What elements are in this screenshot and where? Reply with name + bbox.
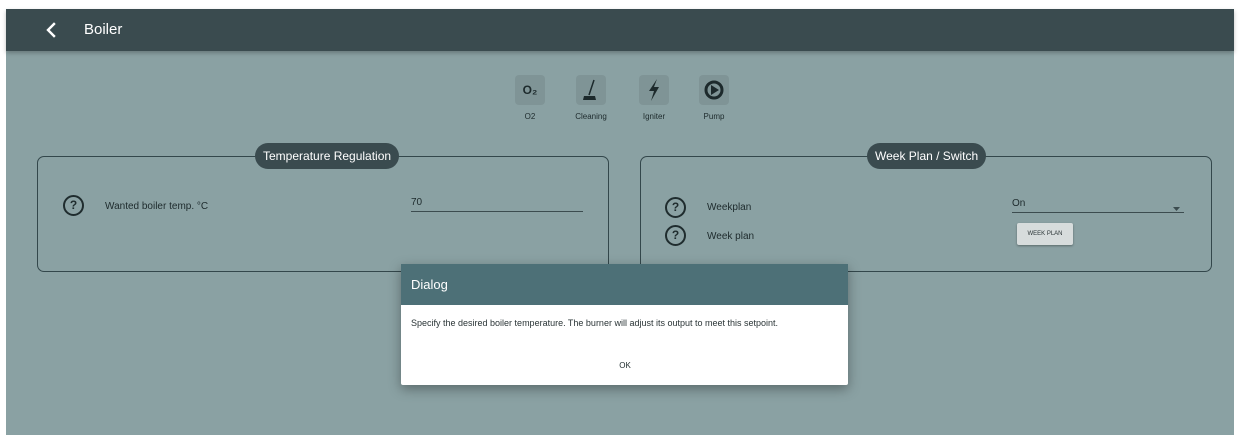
panel-title-weekplan: Week Plan / Switch (867, 143, 987, 169)
wanted-temp-label: Wanted boiler temp. °C (105, 201, 209, 212)
weekplan-label: Weekplan (707, 202, 752, 213)
weekplan-select[interactable]: On (1012, 198, 1184, 213)
help-dialog: Dialog Specify the desired boiler temper… (401, 264, 848, 385)
top-bar: Boiler (6, 9, 1234, 51)
weekplan-select-value: On (1012, 198, 1026, 209)
help-icon[interactable]: ? (63, 195, 84, 216)
boiler-screen: Boiler O₂ O2 Cleaning Igniter Pump Tempe… (6, 9, 1234, 435)
caret-down-icon (1173, 203, 1180, 214)
pump-icon (699, 75, 729, 105)
week-plan-label: Week plan (707, 231, 755, 242)
help-icon[interactable]: ? (665, 225, 686, 246)
week-plan-panel: Week Plan / Switch ? Weekplan On ? Week … (640, 143, 1212, 272)
temperature-regulation-panel: Temperature Regulation ? Wanted boiler t… (37, 143, 609, 272)
status-pump[interactable]: Pump (674, 75, 754, 121)
lightning-icon (639, 75, 669, 105)
ok-button[interactable]: OK (601, 356, 649, 376)
panel-title-temperature: Temperature Regulation (255, 143, 400, 169)
help-icon[interactable]: ? (665, 197, 686, 218)
chevron-left-icon[interactable] (44, 19, 58, 41)
week-plan-button[interactable]: WEEK PLAN (1017, 223, 1073, 245)
dialog-title: Dialog (401, 264, 848, 305)
o2-icon: O₂ (515, 75, 545, 105)
broom-icon (576, 75, 606, 105)
page-title: Boiler (84, 21, 123, 38)
dialog-message: Specify the desired boiler temperature. … (411, 318, 779, 328)
wanted-temp-input[interactable]: 70 (411, 197, 583, 212)
status-label-pump: Pump (703, 112, 725, 121)
